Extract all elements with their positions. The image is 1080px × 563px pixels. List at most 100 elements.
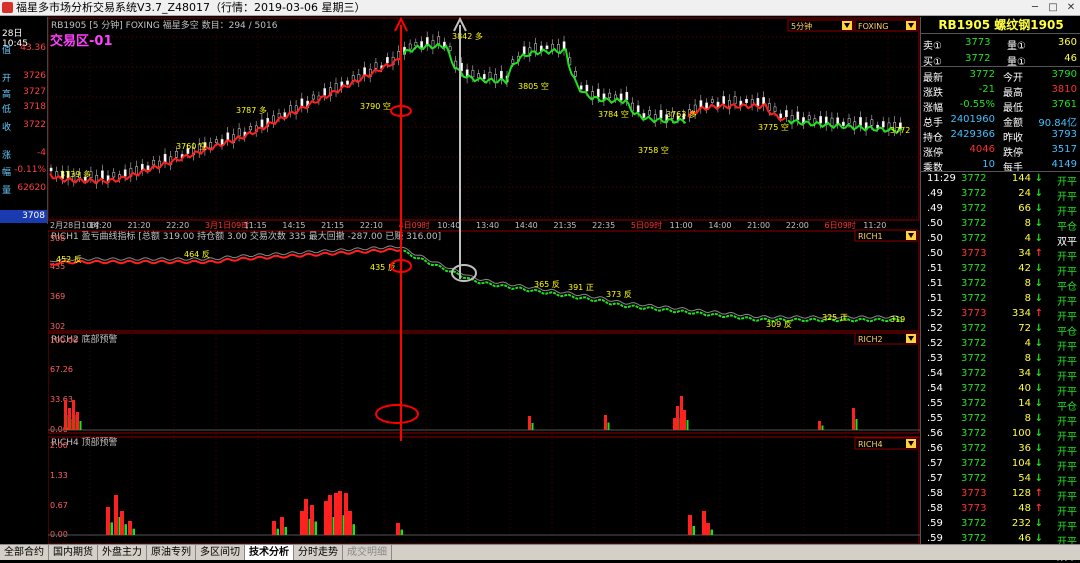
candle (500, 70, 503, 80)
rich2-bar (818, 421, 821, 430)
candle (260, 119, 264, 128)
tick-action: 开平 (1057, 312, 1077, 323)
tick-time: .59 (927, 518, 943, 529)
rich4-bar (128, 521, 132, 535)
candle (471, 70, 475, 78)
contract-title: RB1905 螺纹钢1905 (921, 17, 1080, 34)
tick-row: .49 3772 24 ↓ 开平 (921, 188, 1080, 203)
candle (123, 169, 127, 177)
tick-price: 3773 (961, 503, 987, 514)
tick-time: .49 (927, 203, 943, 214)
bar-stat-value: 43.36 (20, 43, 46, 53)
signal-annotation: 3739 多 (60, 169, 91, 179)
tab-1[interactable]: 国内期货 (49, 545, 98, 560)
tick-qty: 8 (1024, 278, 1031, 289)
rich2-bar (64, 400, 67, 430)
tick-qty: 34 (1018, 368, 1031, 379)
tab-5[interactable]: 技术分析 (245, 545, 294, 560)
rich2-axis-label: 67.26 (50, 365, 73, 374)
signal-annotation: 3760 空 (176, 141, 207, 151)
candle (756, 98, 760, 107)
arrow-down-icon: ↓ (1034, 458, 1043, 469)
tick-price: 3773 (961, 488, 987, 499)
candle (842, 121, 845, 126)
time-axis-label: 14:20 (89, 221, 112, 230)
rich4-bar (276, 528, 279, 535)
tick-time: .53 (927, 353, 943, 364)
tick-row: .51 3772 8 ↓ 开平 (921, 293, 1080, 308)
quote-stat-key: 涨停 (923, 148, 943, 159)
candle (249, 126, 252, 131)
tick-time: .50 (927, 218, 943, 229)
tab-7[interactable]: 成交明细 (343, 545, 392, 560)
quote-qty: 360 (1057, 37, 1077, 48)
tick-row: .57 3772 54 ↓ 开平 (921, 473, 1080, 488)
rich4-bar (400, 529, 403, 535)
quote-price: 3772 (965, 53, 991, 64)
buy-quote-row: 买① 3772 量① 46 (921, 53, 1080, 68)
close-icon[interactable]: ✕ (1064, 1, 1078, 14)
tick-action: 开平 (1057, 432, 1077, 443)
tab-4[interactable]: 多区间切 (196, 545, 245, 560)
candle (636, 105, 640, 113)
tick-price: 3772 (961, 533, 987, 544)
bar-stat-row: 低 3718 (0, 102, 48, 116)
tick-qty: 48 (1018, 503, 1031, 514)
arrow-down-icon: ↓ (1034, 443, 1043, 454)
tick-action: 开平 (1057, 507, 1077, 518)
rich4-bar (338, 491, 342, 535)
rich4-axis-label: 1.33 (50, 471, 68, 480)
tab-2[interactable]: 外盘主力 (98, 545, 147, 560)
rich4-bar (352, 524, 355, 535)
rich4-bar (324, 501, 328, 535)
tick-action: 开平 (1057, 342, 1077, 353)
tick-time: .56 (927, 443, 943, 454)
bar-stat-row: 开 3726 (0, 71, 48, 85)
arrow-up-icon: ↑ (1034, 488, 1043, 499)
tick-row: .58 3773 48 ↑ 开平 (921, 503, 1080, 518)
quote-qty-label: 量① (1007, 41, 1026, 52)
chart-area[interactable]: RB1905 [5 分钟] FOXING 福星多空 数目：294 / 5016 交… (48, 17, 920, 544)
tick-row: .54 3772 40 ↓ 开平 (921, 383, 1080, 398)
bar-stat-row: 高 3727 (0, 87, 48, 101)
tick-price: 3772 (961, 353, 987, 364)
tick-price: 3772 (961, 293, 987, 304)
tab-6[interactable]: 分时走势 (294, 545, 343, 560)
candle (836, 117, 840, 124)
tab-3[interactable]: 原油专列 (147, 545, 196, 560)
tick-action: 开平 (1057, 267, 1077, 278)
tick-qty: 66 (1018, 203, 1031, 214)
signal-annotation: 3772 (890, 126, 910, 135)
tick-action: 平仓 (1057, 222, 1077, 233)
tick-action: 开平 (1057, 372, 1077, 383)
candle (745, 98, 748, 103)
tick-price: 3772 (961, 518, 987, 529)
candle (152, 160, 156, 166)
quote-stat-value: 4149 (1051, 159, 1077, 170)
tick-qty: 232 (1011, 518, 1031, 529)
rich4-bar (334, 493, 338, 535)
tick-row: .49 3772 66 ↓ 开平 (921, 203, 1080, 218)
time-axis-label: 22:20 (166, 221, 189, 230)
time-axis-label: 11:20 (863, 221, 886, 230)
minimize-icon[interactable]: ─ (1028, 1, 1042, 14)
quote-stat-key: 涨跌 (923, 88, 943, 99)
arrow-down-icon: ↓ (1034, 338, 1043, 349)
quote-stat-value: -0.55% (959, 99, 995, 110)
quote-stat-value: 90.84亿 (1038, 118, 1077, 129)
quote-stat-key: 持仓 (923, 133, 943, 144)
quote-stat-value: -21 (978, 84, 995, 95)
bar-stat-key: 低 (2, 105, 12, 115)
panel-frame (48, 332, 920, 434)
quote-qty-label: 量① (1007, 57, 1026, 68)
candle (215, 139, 218, 143)
maximize-icon[interactable]: □ (1046, 1, 1060, 14)
tick-action: 开平 (1057, 357, 1077, 368)
quote-stat-row: 涨幅 -0.55% 最低 3761 (921, 99, 1080, 114)
tick-time: .52 (927, 338, 943, 349)
rich1-axis-label: 508 (50, 234, 65, 243)
quote-stat-key: 昨收 (1003, 133, 1023, 144)
tab-0[interactable]: 全部合约 (0, 545, 49, 560)
rich4-bar (396, 523, 400, 535)
rich4-bar (348, 511, 352, 535)
